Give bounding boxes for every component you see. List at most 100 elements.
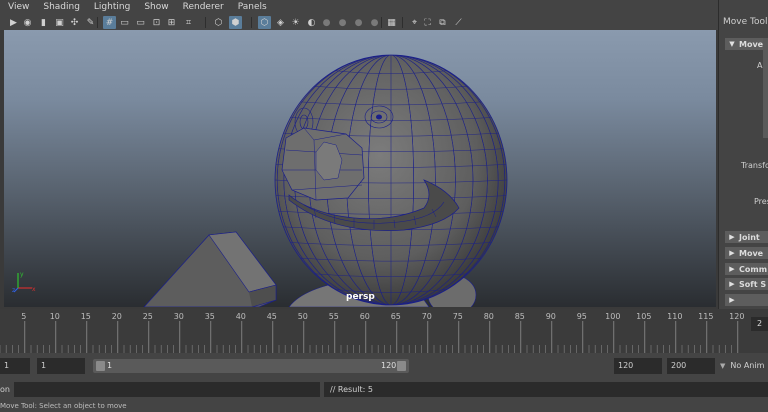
time-tick-label: 70 — [422, 312, 432, 321]
time-tick-label: 80 — [484, 312, 494, 321]
time-tick-label: 45 — [267, 312, 277, 321]
section-label: Joint — [739, 232, 760, 242]
section-joint[interactable]: ▶ Joint — [725, 231, 768, 243]
time-tick-label: 95 — [577, 312, 587, 321]
axis-label-y: y — [20, 271, 24, 278]
time-tick-label: 20 — [112, 312, 122, 321]
scrollbar-thumb[interactable] — [763, 38, 768, 138]
screen-space-ao-icon[interactable]: ● — [320, 16, 333, 29]
resolution-gate-icon[interactable]: ▭ — [134, 16, 147, 29]
time-tick-label: 60 — [360, 312, 370, 321]
command-line: on // Result: 5 — [0, 379, 768, 400]
image-plane-icon[interactable]: ▣ — [53, 16, 66, 29]
viewport-scene — [143, 54, 508, 307]
menu-shading[interactable]: Shading — [35, 0, 86, 15]
expand-right-icon: ▶ — [729, 296, 735, 304]
bookmark-icon[interactable]: ▮ — [37, 16, 50, 29]
range-slider[interactable]: 1 120 — [93, 359, 409, 373]
select-camera-icon[interactable]: ▶ — [7, 16, 20, 29]
axis-gizmo: x y z — [12, 270, 36, 294]
tool-settings-panel: Move Tool ▼ Move Axi Transfo Pres ▶ Join… — [718, 0, 768, 309]
wireframe-icon[interactable]: ⬡ — [212, 16, 225, 29]
isolate-select-icon[interactable]: ▦ — [385, 16, 398, 29]
viewport-panel: View Shading Lighting Show Renderer Pane… — [0, 0, 718, 309]
start-time-field[interactable]: 1 — [0, 358, 30, 374]
time-tick-label: 75 — [453, 312, 463, 321]
mesh-nose — [281, 127, 365, 201]
3d-viewport[interactable]: x y z persp — [4, 30, 716, 307]
expand-right-icon: ▶ — [729, 249, 735, 257]
range-start-label: 1 — [107, 361, 113, 370]
section-label: Move — [739, 248, 764, 258]
playback-end-field[interactable]: 120 — [614, 358, 662, 374]
mesh-arm-left — [143, 231, 277, 307]
menu-show[interactable]: Show — [136, 0, 174, 15]
anim-layer-label: No Anim — [730, 361, 765, 370]
camera-attributes-icon[interactable]: ◉ — [21, 16, 34, 29]
playback-start-field[interactable]: 1 — [37, 358, 85, 374]
time-tick-label: 115 — [698, 312, 713, 321]
panel-menubar: View Shading Lighting Show Renderer Pane… — [0, 0, 718, 15]
film-gate-icon[interactable]: ▭ — [118, 16, 131, 29]
range-slider-bar: 1 1 1 120 120 200 ▼ No Anim — [0, 353, 768, 379]
xray-joints-icon[interactable]: ⛶ — [421, 16, 434, 29]
range-end-handle[interactable] — [397, 361, 406, 371]
time-tick-label: 90 — [546, 312, 556, 321]
anim-layer-dropdown[interactable]: ▼ No Anim — [720, 358, 768, 374]
toolbar-separator — [205, 17, 206, 28]
xray-icon[interactable]: ⌖ — [408, 16, 421, 29]
panel-scrollbar[interactable] — [763, 38, 768, 308]
time-ruler[interactable]: 5 10 15 20 25 30 35 40 45 50 55 60 65 70 75 80 85 90 95 100… — [0, 309, 750, 353]
range-end-label: 120 — [381, 361, 397, 370]
section-common[interactable]: ▶ Comm — [725, 263, 768, 275]
menu-panels[interactable]: Panels — [230, 0, 273, 15]
panel-toolbar: ▶ ◉ ▮ ▣ ✣ ✎ # ▭ ▭ ⊡ ⊞ ⌗ ⬡ ⬢ ⬡ ◈ ☀ ◐ ● ● ● ● ▦ ⌖ ⛶ ⧉ ⟋ — [0, 15, 718, 30]
time-tick-label: 65 — [391, 312, 401, 321]
motion-blur-icon[interactable]: ● — [336, 16, 349, 29]
time-tick-label: 10 — [50, 312, 60, 321]
command-language-label[interactable]: on — [0, 383, 12, 397]
xray-components-icon[interactable]: ⟋ — [452, 16, 465, 29]
use-all-lights-icon[interactable]: ☀ — [289, 16, 302, 29]
toolbar-separator — [97, 17, 98, 28]
textured-icon[interactable]: ◈ — [274, 16, 287, 29]
toolbar-separator — [402, 17, 403, 28]
time-tick-label: 15 — [81, 312, 91, 321]
expand-down-icon: ▼ — [729, 40, 735, 48]
grid-icon[interactable]: # — [103, 16, 116, 29]
xray-active-icon[interactable]: ⧉ — [436, 16, 449, 29]
time-tick-label: 110 — [667, 312, 682, 321]
2d-pan-zoom-icon[interactable]: ✣ — [68, 16, 81, 29]
time-slider[interactable]: 5 10 15 20 25 30 35 40 45 50 55 60 65 70 75 80 85 90 95 100… — [0, 309, 768, 353]
field-chart-icon[interactable]: ⊞ — [165, 16, 178, 29]
depth-of-field-icon[interactable]: ● — [368, 16, 381, 29]
time-tick-label: 105 — [636, 312, 651, 321]
grease-pencil-icon[interactable]: ✎ — [84, 16, 97, 29]
menu-renderer[interactable]: Renderer — [175, 0, 230, 15]
section-soft-select[interactable]: ▶ Soft S — [725, 278, 768, 290]
gate-mask-icon[interactable]: ⊡ — [150, 16, 163, 29]
maya-window: View Shading Lighting Show Renderer Pane… — [0, 0, 768, 412]
time-tick-label: 25 — [143, 312, 153, 321]
section-move-settings[interactable]: ▼ Move — [725, 38, 768, 50]
command-result: // Result: 5 — [324, 382, 768, 397]
time-tick-label: 40 — [236, 312, 246, 321]
axis-label-z: z — [12, 287, 15, 294]
menu-lighting[interactable]: Lighting — [86, 0, 136, 15]
end-time-field[interactable]: 200 — [667, 358, 715, 374]
time-tick-label: 100 — [605, 312, 620, 321]
wireframe-on-shaded-icon[interactable]: ⬡ — [258, 16, 271, 29]
smooth-shade-icon[interactable]: ⬢ — [229, 16, 242, 29]
safe-action-icon[interactable]: ⌗ — [182, 16, 195, 29]
expand-right-icon: ▶ — [729, 265, 735, 273]
shadows-icon[interactable]: ◐ — [305, 16, 318, 29]
command-input[interactable] — [14, 382, 320, 397]
time-tick-label: 120 — [729, 312, 744, 321]
current-frame-field[interactable]: 2 — [751, 317, 768, 331]
range-start-handle[interactable] — [96, 361, 105, 371]
multisample-aa-icon[interactable]: ● — [352, 16, 365, 29]
section-more[interactable]: ▶ — [725, 294, 768, 306]
section-move-snap[interactable]: ▶ Move — [725, 247, 768, 259]
time-tick-label: 5 — [21, 312, 26, 321]
menu-view[interactable]: View — [0, 0, 35, 15]
